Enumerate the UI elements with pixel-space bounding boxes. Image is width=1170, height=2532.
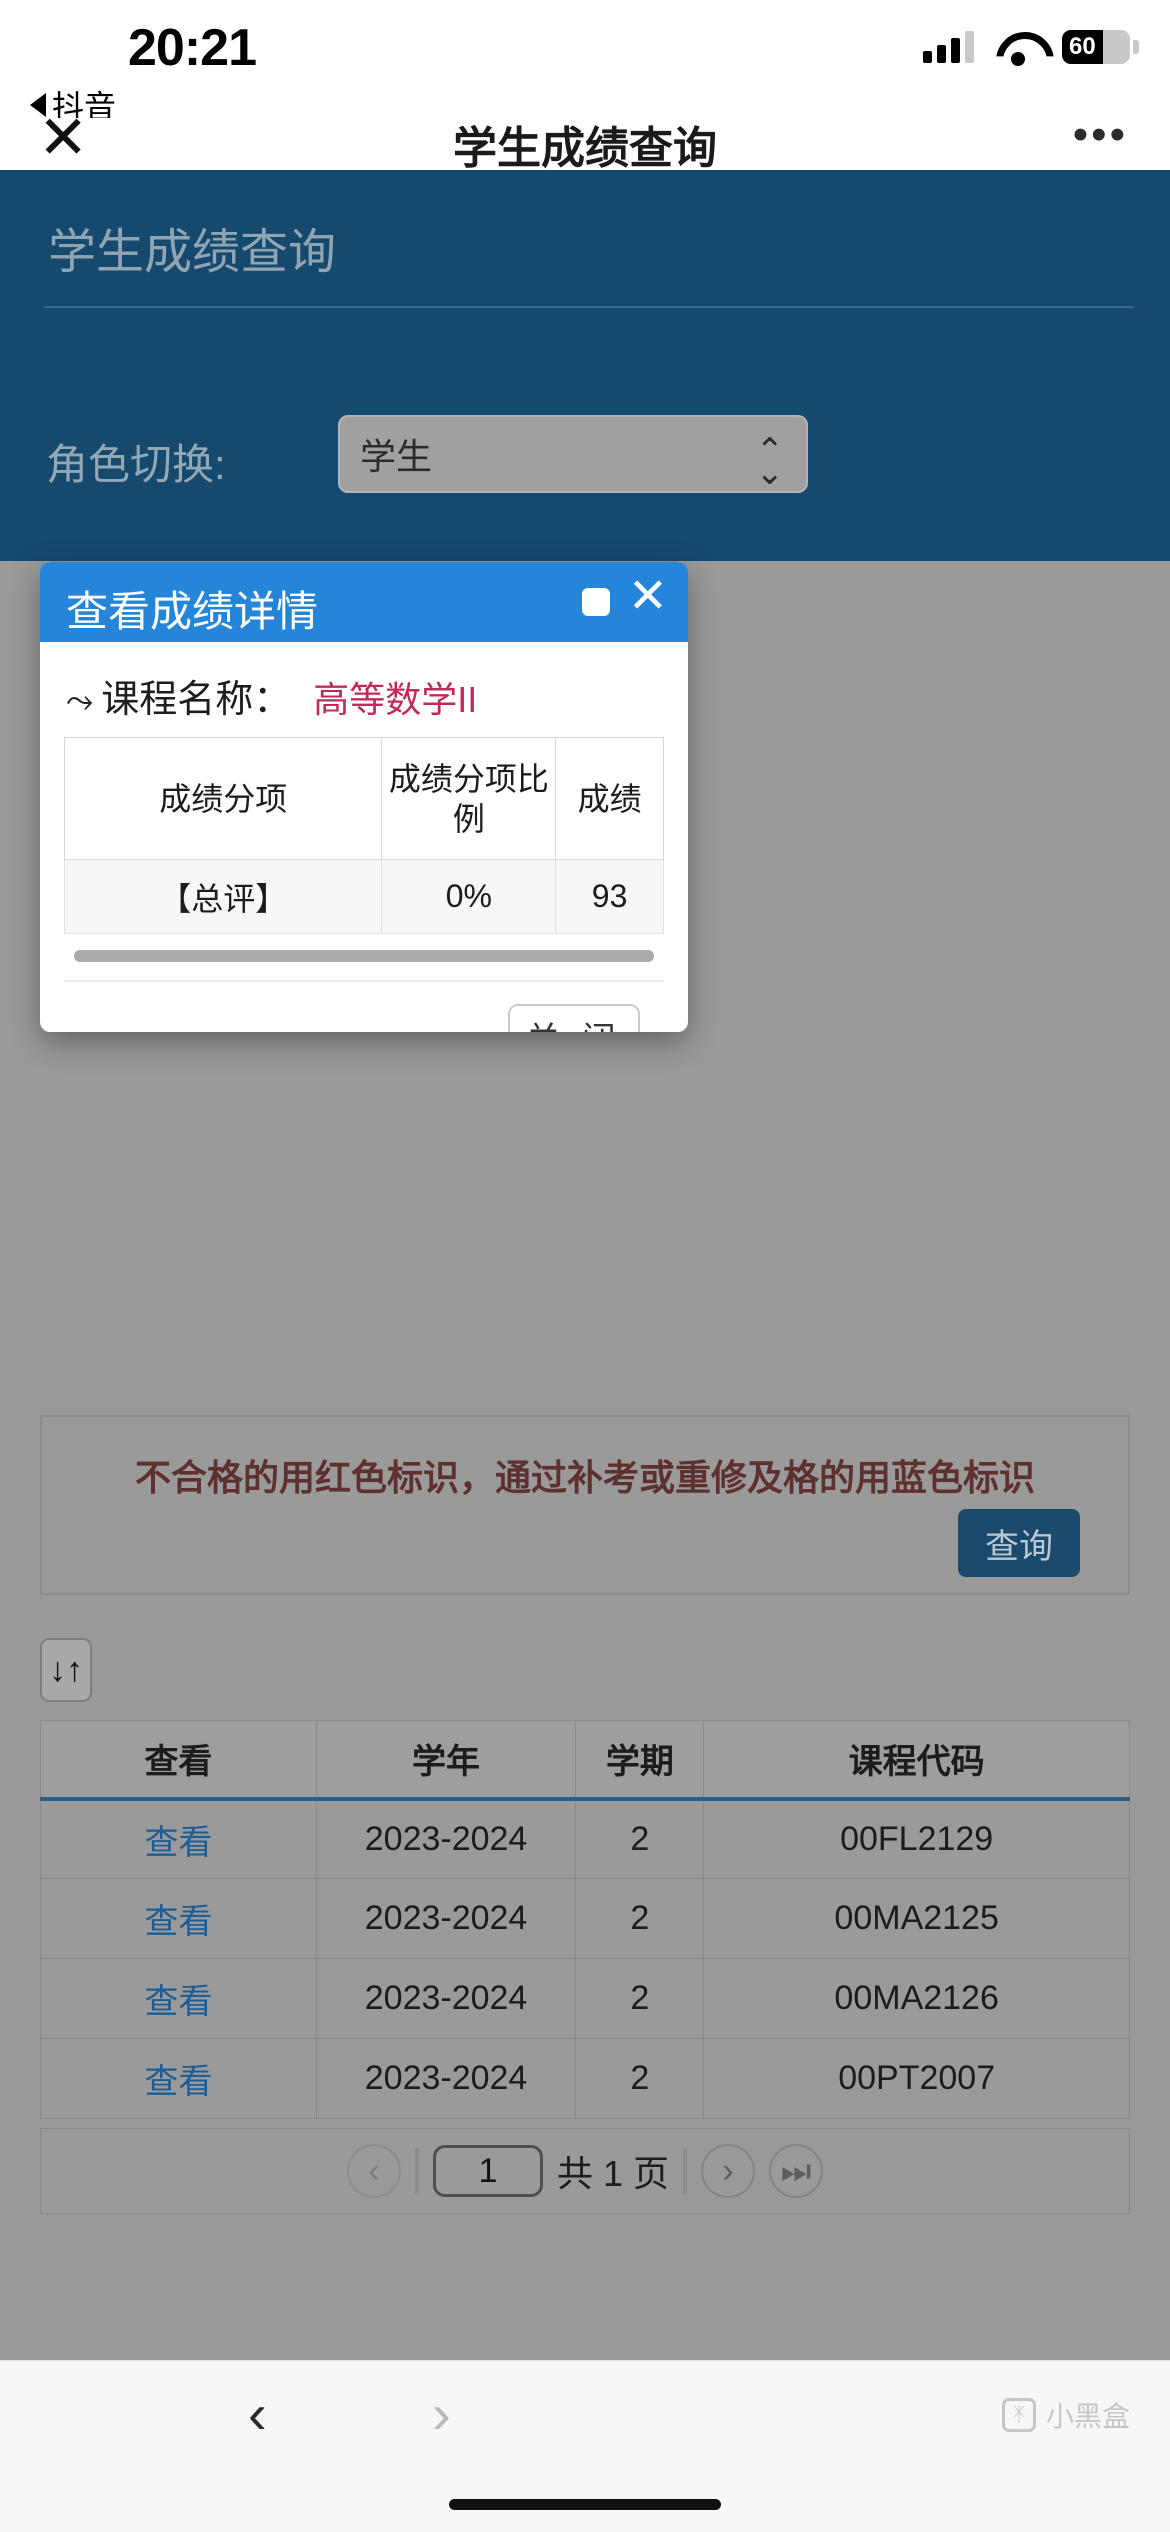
cell-term: 2: [575, 2038, 705, 2119]
app-nav-bar: ✕ 学生成绩查询 •••: [0, 108, 1170, 173]
status-indicators: 60: [923, 30, 1139, 66]
table-row[interactable]: 查看 2023-2024 2 00PT2007: [40, 2038, 1130, 2119]
dialog-title: 查看成绩详情: [66, 588, 319, 635]
browser-back-icon[interactable]: ‹: [248, 2381, 267, 2446]
header-view: 查看: [40, 1720, 317, 1799]
role-switch-label: 角色切换:: [46, 441, 226, 488]
detail-row: 【总评】 0% 93: [63, 859, 664, 934]
sort-toggle-button[interactable]: ↓↑: [40, 1638, 92, 1702]
dialog-header: 查看成绩详情 ✕: [40, 562, 688, 642]
more-options-icon[interactable]: •••: [1073, 112, 1128, 157]
cell-year: 2023-2024: [315, 2038, 577, 2119]
role-switch-bar: 角色切换: 学生 ⌃ ⌄: [0, 383, 1170, 561]
table-row[interactable]: 查看 2023-2024 2 00MA2125: [40, 1878, 1130, 1959]
hero-divider: [44, 306, 1134, 308]
next-page-button[interactable]: ›: [701, 2144, 756, 2198]
cell-term: 2: [575, 1878, 705, 1959]
wifi-icon: [996, 30, 1040, 66]
cell-term: 2: [575, 1958, 705, 2039]
cell-course-code: 00PT2007: [703, 2038, 1130, 2119]
maximize-icon[interactable]: [582, 588, 610, 616]
page-number-input[interactable]: 1: [432, 2145, 543, 2197]
detail-header-item: 成绩分项: [63, 737, 383, 860]
last-page-button[interactable]: ⏭: [769, 2144, 824, 2198]
battery-percent: 60: [1069, 33, 1096, 60]
course-name-label: 课程名称：: [101, 679, 292, 721]
dialog-footer: 关 闭: [64, 980, 664, 1032]
course-name-row: ⤳ 课程名称： 高等数学II: [64, 660, 664, 737]
pagination-divider: [683, 2148, 688, 2194]
detail-cell-item: 【总评】: [63, 859, 383, 934]
view-link[interactable]: 查看: [144, 1983, 212, 2021]
table-row[interactable]: 查看 2023-2024 2 00FL2129: [40, 1798, 1130, 1879]
page-title: 学生成绩查询: [453, 124, 717, 173]
cell-view[interactable]: 查看: [40, 1878, 317, 1959]
dialog-close-button[interactable]: 关 闭: [508, 1004, 640, 1032]
chevron-updown-icon: ⌃ ⌄: [755, 432, 785, 492]
grade-detail-dialog: 查看成绩详情 ✕ ⤳ 课程名称： 高等数学II 成绩分项 成绩分项比例 成绩 【…: [40, 562, 688, 1032]
role-select-value: 学生: [360, 436, 433, 477]
header-course-code: 课程代码: [703, 1720, 1130, 1799]
legend-note-box: 不合格的用红色标识，通过补考或重修及格的用蓝色标识 查询: [40, 1415, 1130, 1595]
status-bar: 20:21 抖音 60: [0, 0, 1170, 125]
query-button[interactable]: 查询: [958, 1509, 1080, 1577]
cell-year: 2023-2024: [315, 1798, 577, 1879]
watermark: ᛡ 小黑盒: [1001, 2395, 1130, 2435]
page-total-label: 共 1 页: [556, 2153, 670, 2194]
cell-course-code: 00MA2126: [703, 1958, 1130, 2039]
signal-bars-icon: [923, 31, 974, 63]
cell-view[interactable]: 查看: [40, 2038, 317, 2119]
table-row[interactable]: 查看 2023-2024 2 00MA2126: [40, 1958, 1130, 2039]
detail-header-score: 成绩: [555, 737, 664, 860]
pagination-bar: ‹ 1 共 1 页 › ⏭: [40, 2128, 1130, 2214]
detail-header-ratio: 成绩分项比例: [381, 737, 557, 860]
dialog-body: ⤳ 课程名称： 高等数学II 成绩分项 成绩分项比例 成绩 【总评】 0% 93: [40, 642, 688, 1032]
legend-note-text: 不合格的用红色标识，通过补考或重修及格的用蓝色标识: [134, 1457, 1035, 1498]
view-link[interactable]: 查看: [144, 1903, 212, 1941]
cell-term: 2: [575, 1798, 705, 1879]
hero-banner: 学生成绩查询: [0, 170, 1170, 383]
browser-forward-icon: ›: [432, 2382, 451, 2445]
page-content: 学生成绩查询 角色切换: 学生 ⌃ ⌄ 不合格的用红色标识，通过补考或重修及格的用…: [0, 170, 1170, 2360]
cell-course-code: 00FL2129: [703, 1798, 1130, 1879]
role-select[interactable]: 学生 ⌃ ⌄: [338, 415, 808, 493]
curved-arrow-icon: ⤳: [66, 682, 94, 720]
header-year: 学年: [315, 1720, 577, 1799]
view-link[interactable]: 查看: [144, 1824, 212, 1862]
cell-course-code: 00MA2125: [703, 1878, 1130, 1959]
browser-bottom-bar: ‹ › ᛡ 小黑盒: [0, 2360, 1170, 2532]
cell-view[interactable]: 查看: [40, 1798, 317, 1879]
detail-cell-score: 93: [555, 859, 664, 934]
results-table: 查看 学年 学期 课程代码 查看 2023-2024 2 00FL2129 查看…: [40, 1720, 1130, 2119]
watermark-logo-icon: ᛡ: [1001, 2398, 1036, 2432]
battery-icon: 60: [1062, 30, 1139, 64]
cell-view[interactable]: 查看: [40, 1958, 317, 2039]
pagination-divider: [414, 2148, 419, 2194]
header-term: 学期: [575, 1720, 705, 1799]
view-link[interactable]: 查看: [144, 2063, 212, 2101]
cell-year: 2023-2024: [315, 1878, 577, 1959]
prev-page-button[interactable]: ‹: [346, 2144, 401, 2198]
watermark-text: 小黑盒: [1045, 2401, 1130, 2432]
home-indicator: [449, 2499, 721, 2510]
dialog-close-icon[interactable]: ✕: [628, 568, 668, 624]
results-table-header-row: 查看 学年 学期 课程代码: [40, 1720, 1130, 1799]
cell-year: 2023-2024: [315, 1958, 577, 2039]
course-name-value: 高等数学II: [313, 679, 478, 720]
detail-cell-ratio: 0%: [381, 859, 557, 934]
detail-header-row: 成绩分项 成绩分项比例 成绩: [63, 737, 664, 860]
status-time: 20:21: [128, 19, 257, 77]
grade-detail-table: 成绩分项 成绩分项比例 成绩 【总评】 0% 93: [63, 737, 664, 934]
hero-title: 学生成绩查询: [48, 226, 337, 279]
horizontal-scrollbar[interactable]: [74, 950, 654, 962]
